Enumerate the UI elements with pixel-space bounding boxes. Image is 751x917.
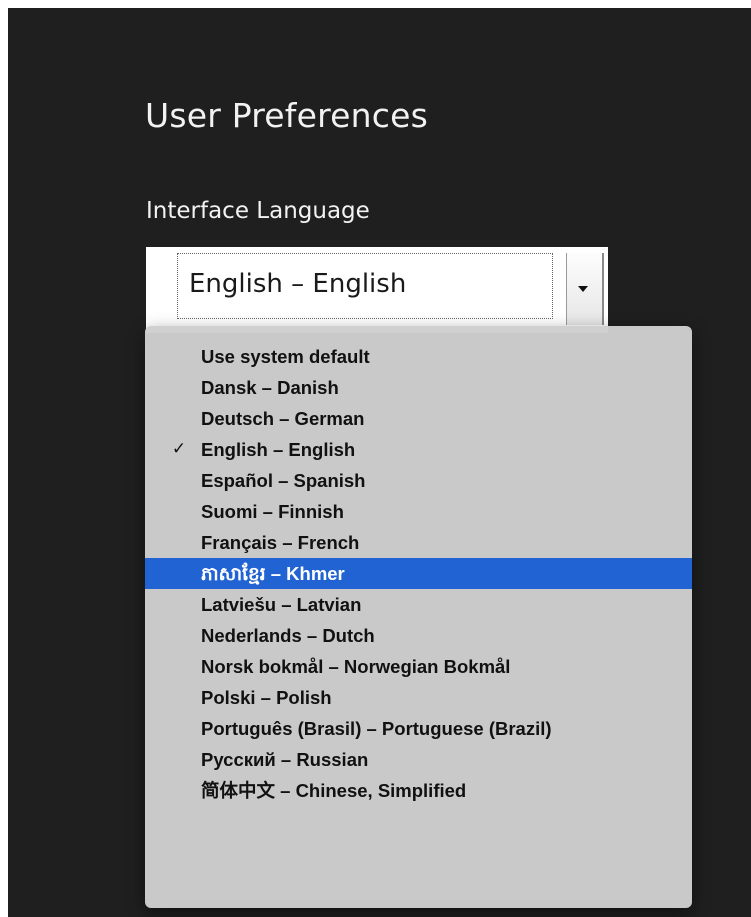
dropdown-option-label: English – English	[201, 439, 356, 460]
dropdown-option[interactable]: Polski – Polish	[145, 682, 692, 713]
chevron-down-icon	[578, 286, 588, 292]
page-title: User Preferences	[145, 96, 428, 135]
dropdown-option-label: Dansk – Danish	[201, 377, 339, 398]
dropdown-option-label: Norsk bokmål – Norwegian Bokmål	[201, 656, 511, 677]
dropdown-option[interactable]: Русский – Russian	[145, 744, 692, 775]
dropdown-option-label: ភាសាខ្មែរ – Khmer	[201, 563, 345, 584]
dropdown-option[interactable]: Use system default	[145, 341, 692, 372]
dropdown-option-label: Español – Spanish	[201, 470, 366, 491]
dropdown-option-label: Suomi – Finnish	[201, 501, 344, 522]
dropdown-option[interactable]: Latviešu – Latvian	[145, 589, 692, 620]
dropdown-option[interactable]: ✓ English – English	[145, 434, 692, 465]
dropdown-option[interactable]: Norsk bokmål – Norwegian Bokmål	[145, 651, 692, 682]
dropdown-option[interactable]: Português (Brasil) – Portuguese (Brazil)	[145, 713, 692, 744]
dropdown-option[interactable]: ភាសាខ្មែរ – Khmer	[145, 558, 692, 589]
dropdown-option-label: Use system default	[201, 346, 370, 367]
dropdown-option-label: Français – French	[201, 532, 360, 553]
dropdown-option-label: Latviešu – Latvian	[201, 594, 362, 615]
dropdown-option-label: Русский – Russian	[201, 749, 369, 770]
select-dropdown-button[interactable]	[566, 253, 604, 325]
dropdown-option[interactable]: Nederlands – Dutch	[145, 620, 692, 651]
dropdown-option[interactable]: Suomi – Finnish	[145, 496, 692, 527]
dropdown-option-label: Português (Brasil) – Portuguese (Brazil)	[201, 718, 552, 739]
interface-language-select[interactable]: English – English	[146, 247, 608, 333]
preferences-panel: User Preferences Interface Language Engl…	[8, 8, 751, 917]
dropdown-option[interactable]: Français – French	[145, 527, 692, 558]
checkmark-icon: ✓	[171, 439, 187, 459]
language-dropdown-menu: Use system default Dansk – Danish Deutsch …	[145, 326, 692, 908]
dropdown-option-label: Polski – Polish	[201, 687, 332, 708]
interface-language-label: Interface Language	[146, 198, 370, 224]
dropdown-option[interactable]: Dansk – Danish	[145, 372, 692, 403]
dropdown-option-label: Deutsch – German	[201, 408, 365, 429]
screen: User Preferences Interface Language Engl…	[0, 0, 751, 917]
dropdown-option-label: Nederlands – Dutch	[201, 625, 375, 646]
dropdown-option-label: 简体中文 – Chinese, Simplified	[201, 780, 467, 801]
dropdown-option[interactable]: 简体中文 – Chinese, Simplified	[145, 775, 692, 806]
dropdown-option[interactable]: Deutsch – German	[145, 403, 692, 434]
dropdown-option[interactable]: Español – Spanish	[145, 465, 692, 496]
selected-language-value: English – English	[189, 269, 407, 299]
